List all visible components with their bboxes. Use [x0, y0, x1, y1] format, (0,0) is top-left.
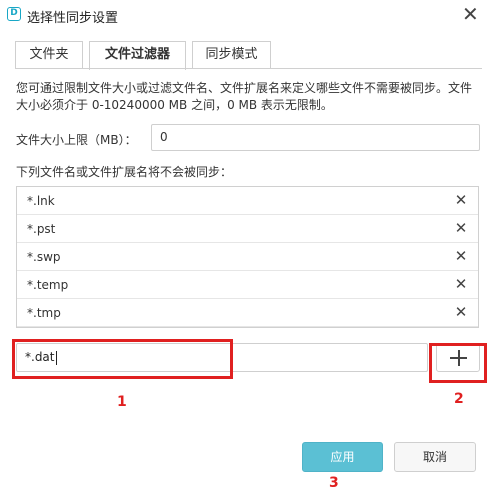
- annotation-label-1: 1: [117, 394, 127, 410]
- filter-description: 您可通过限制文件大小或过滤文件名、文件扩展名来定义哪些文件不需要被同步。文件大小…: [16, 81, 473, 112]
- annotation-label-2: 2: [454, 391, 464, 407]
- list-item[interactable]: *.pst ✕: [17, 215, 478, 243]
- exclude-list-label: 下列文件名或文件扩展名将不会被同步：: [16, 165, 233, 179]
- list-item[interactable]: *.tmp ✕: [17, 299, 478, 327]
- list-item[interactable]: *.swp ✕: [17, 243, 478, 271]
- close-icon[interactable]: ✕: [462, 2, 479, 26]
- window-title: 选择性同步设置: [27, 11, 119, 26]
- size-limit-input[interactable]: 0: [151, 124, 480, 151]
- apply-button[interactable]: 应用: [302, 442, 383, 472]
- list-item-text: *.tmp: [27, 306, 61, 320]
- close-icon[interactable]: ✕: [454, 247, 468, 265]
- tab-folders[interactable]: 文件夹: [15, 41, 83, 68]
- size-limit-label: 文件大小上限（MB）：: [16, 133, 137, 147]
- title-bar: D 选择性同步设置 ✕: [0, 0, 494, 30]
- annotation-box-2: [429, 343, 487, 383]
- annotation-label-3: 3: [329, 475, 339, 491]
- tab-sync-mode[interactable]: 同步模式: [192, 41, 271, 68]
- exclude-list: *.lnk ✕ *.pst ✕ *.swp ✕ *.temp ✕ *.tmp ✕: [16, 186, 479, 328]
- list-item-text: *.lnk: [27, 194, 55, 208]
- list-item[interactable]: *.lnk ✕: [17, 187, 478, 215]
- cancel-button[interactable]: 取消: [394, 442, 476, 472]
- annotation-box-1: [12, 339, 233, 379]
- list-item[interactable]: *.temp ✕: [17, 271, 478, 299]
- close-icon[interactable]: ✕: [454, 275, 468, 293]
- tab-file-filter[interactable]: 文件过滤器: [89, 41, 186, 70]
- tab-divider: [15, 68, 482, 69]
- close-icon[interactable]: ✕: [454, 303, 468, 321]
- close-icon[interactable]: ✕: [454, 191, 468, 209]
- close-icon[interactable]: ✕: [454, 219, 468, 237]
- app-logo-icon: D: [7, 7, 21, 21]
- list-item-text: *.pst: [27, 222, 56, 236]
- list-item-text: *.swp: [27, 250, 61, 264]
- list-item-text: *.temp: [27, 278, 69, 292]
